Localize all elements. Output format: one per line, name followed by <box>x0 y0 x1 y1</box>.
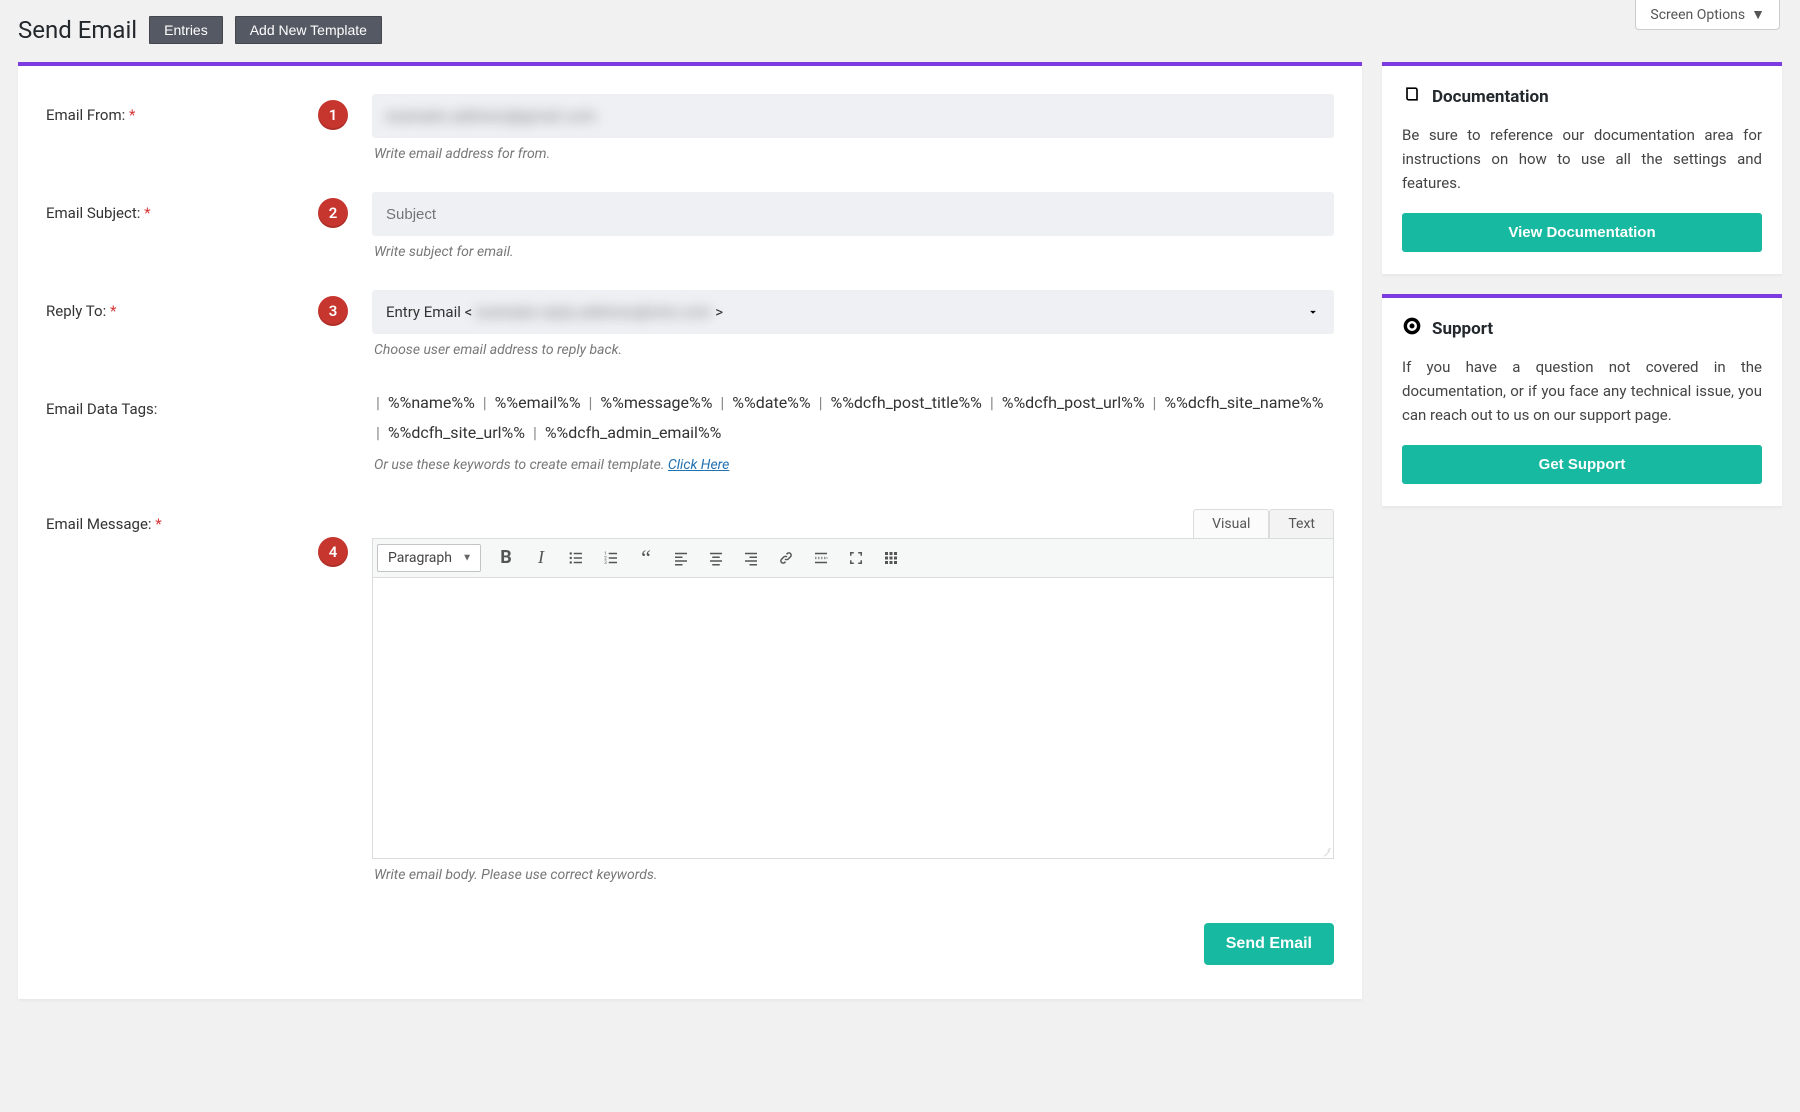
view-documentation-button[interactable]: View Documentation <box>1402 213 1762 252</box>
chevron-down-icon <box>1306 305 1320 319</box>
bullet-list-button[interactable] <box>559 543 593 573</box>
italic-button[interactable]: I <box>524 543 558 573</box>
email-message-label: Email Message: * <box>46 503 278 897</box>
step-badge-1: 1 <box>318 100 348 130</box>
data-tags-help-link[interactable]: Click Here <box>668 457 729 473</box>
reply-to-select[interactable]: Entry Email < example.reply.address@site… <box>372 290 1334 334</box>
support-box: Support If you have a question not cover… <box>1382 294 1782 506</box>
step-badge-2: 2 <box>318 198 348 228</box>
reply-to-help: Choose user email address to reply back. <box>374 342 1332 358</box>
email-message-help: Write email body. Please use correct key… <box>374 867 1332 883</box>
data-tags-help: Or use these keywords to create email te… <box>374 457 1332 473</box>
send-email-button[interactable]: Send Email <box>1204 923 1334 965</box>
data-tags-label: Email Data Tags: <box>46 388 278 487</box>
email-from-input[interactable]: example.address@gmail.com <box>372 94 1334 138</box>
page-title: Send Email <box>18 16 137 44</box>
get-support-button[interactable]: Get Support <box>1402 445 1762 484</box>
entries-button[interactable]: Entries <box>149 16 223 44</box>
book-icon <box>1402 84 1422 109</box>
link-button[interactable] <box>769 543 803 573</box>
reply-to-label: Reply To: * <box>46 290 278 372</box>
resize-handle-icon[interactable] <box>1319 844 1333 858</box>
align-left-button[interactable] <box>664 543 698 573</box>
support-text: If you have a question not covered in th… <box>1402 355 1762 427</box>
align-right-button[interactable] <box>734 543 768 573</box>
step-badge-4: 4 <box>318 537 348 567</box>
number-list-button[interactable]: 123 <box>594 543 628 573</box>
email-from-help: Write email address for from. <box>374 146 1332 162</box>
documentation-text: Be sure to reference our documentation a… <box>1402 123 1762 195</box>
insert-more-button[interactable] <box>804 543 838 573</box>
documentation-box: Documentation Be sure to reference our d… <box>1382 62 1782 274</box>
data-tags-list: | %%name%% | %%email%% | %%message%% | %… <box>372 388 1334 449</box>
email-subject-input[interactable] <box>372 192 1334 236</box>
email-from-label: Email From: * <box>46 94 278 176</box>
step-badge-3: 3 <box>318 296 348 326</box>
toolbar-toggle-button[interactable] <box>874 543 908 573</box>
add-template-button[interactable]: Add New Template <box>235 16 382 44</box>
lifebuoy-icon <box>1402 316 1422 341</box>
editor-tab-visual[interactable]: Visual <box>1193 509 1269 538</box>
email-subject-help: Write subject for email. <box>374 244 1332 260</box>
format-select[interactable]: Paragraph <box>377 544 481 572</box>
send-email-form-panel: Email From: * 1 example.address@gmail.co… <box>18 62 1362 999</box>
align-center-button[interactable] <box>699 543 733 573</box>
chevron-down-icon: ▼ <box>1751 6 1765 23</box>
blockquote-button[interactable]: “ <box>629 543 663 573</box>
fullscreen-button[interactable] <box>839 543 873 573</box>
editor-tab-text[interactable]: Text <box>1269 509 1334 538</box>
email-subject-label: Email Subject: * <box>46 192 278 274</box>
email-message-editor[interactable] <box>373 578 1333 858</box>
screen-options-toggle[interactable]: Screen Options ▼ <box>1635 0 1780 30</box>
editor-toolbar: Paragraph B I 123 “ <box>373 539 1333 578</box>
bold-button[interactable]: B <box>489 543 523 573</box>
svg-text:3: 3 <box>604 560 607 566</box>
